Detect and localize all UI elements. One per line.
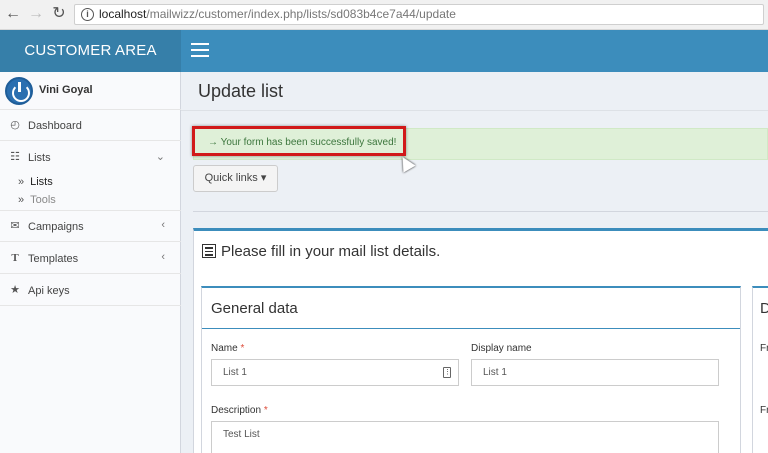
sidebar: Vini Goyal ◴ Dashboard ☷ Lists ⌄ » Lists …	[0, 72, 181, 453]
box-title: Please fill in your mail list details.	[202, 243, 440, 263]
sidebar-item-api-keys[interactable]: ★ Api keys	[0, 276, 181, 306]
section-divider	[193, 211, 768, 212]
list-alt-icon	[202, 244, 216, 258]
name-label: Name *	[211, 343, 244, 354]
description-field[interactable]: Test List	[211, 421, 719, 453]
hamburger-icon[interactable]	[191, 43, 209, 57]
sidebar-subitem-label: Lists	[30, 176, 53, 188]
arrow-left-icon[interactable]: ←	[4, 5, 22, 23]
secondary-panel-title: D	[760, 300, 768, 317]
info-icon[interactable]: i	[81, 8, 94, 21]
sidebar-item-label: Api keys	[28, 285, 70, 297]
secondary-field-label: Fr	[760, 343, 768, 354]
user-name: Vini Goyal	[39, 84, 93, 96]
display-name-field[interactable]: List 1	[471, 359, 719, 386]
sidebar-item-label: Templates	[28, 253, 79, 265]
url-path: /mailwizz/customer/index.php/lists/sd083…	[146, 7, 456, 21]
sidebar-item-templates[interactable]: T Templates ‹	[0, 244, 181, 274]
sidebar-item-lists[interactable]: ☷ Lists ⌄ » Lists » Tools	[0, 143, 181, 211]
chevron-left-icon: ‹	[161, 219, 165, 231]
field-info-icon[interactable]: ⋮	[443, 367, 451, 378]
general-data-panel: General data Name * List 1 ⋮ Display nam…	[201, 286, 741, 453]
star-icon: ★	[10, 284, 20, 296]
screen: ← → ↻ i localhost/mailwizz/customer/inde…	[0, 0, 768, 453]
sidebar-item-dashboard[interactable]: ◴ Dashboard	[0, 111, 181, 141]
sidebar-item-label: Dashboard	[28, 120, 82, 132]
description-label: Description *	[211, 405, 268, 416]
name-value: List 1	[223, 367, 247, 378]
required-mark: *	[263, 405, 268, 416]
list-icon: ☷	[10, 151, 20, 163]
sidebar-subitem-label: Tools	[30, 194, 56, 206]
brand-logo[interactable]: CUSTOMER AREA	[0, 30, 181, 72]
double-chevron-right-icon: »	[18, 176, 25, 188]
sidebar-item-label: Campaigns	[28, 221, 84, 233]
secondary-field-label: Fr	[760, 405, 768, 416]
name-field[interactable]: List 1 ⋮	[211, 359, 459, 386]
sidebar-item-label: Lists	[28, 152, 51, 164]
address-bar[interactable]: i localhost/mailwizz/customer/index.php/…	[74, 4, 764, 25]
sidebar-subitem-lists[interactable]: » Lists	[18, 176, 53, 188]
description-label-text: Description	[211, 405, 262, 416]
name-label-text: Name	[211, 343, 238, 354]
chevron-down-icon: ⌄	[155, 151, 165, 163]
url-host: localhost	[99, 7, 147, 21]
sidebar-subitem-tools[interactable]: » Tools	[18, 194, 56, 206]
arrow-right-icon[interactable]: →	[27, 5, 45, 23]
double-chevron-right-icon: »	[18, 194, 25, 206]
sidebar-item-campaigns[interactable]: ✉ Campaigns ‹	[0, 212, 181, 242]
panel-divider	[202, 328, 740, 329]
text-icon: T	[11, 252, 19, 264]
reload-icon[interactable]: ↻	[50, 5, 68, 23]
envelope-icon: ✉	[10, 220, 20, 232]
page-title: Update list	[198, 81, 284, 101]
secondary-panel: D Fr Fr	[752, 286, 768, 453]
display-name-label: Display name	[471, 343, 532, 354]
top-navbar	[181, 30, 768, 72]
quick-links-button[interactable]: Quick links ▾	[193, 165, 278, 192]
list-details-box: Please fill in your mail list details. G…	[193, 228, 768, 453]
user-panel: Vini Goyal	[0, 72, 181, 110]
display-name-value: List 1	[483, 367, 507, 378]
title-divider	[181, 110, 768, 111]
required-mark: *	[240, 343, 245, 354]
highlight-annotation	[192, 126, 406, 156]
browser-toolbar: ← → ↻ i localhost/mailwizz/customer/inde…	[0, 0, 768, 30]
dashboard-icon: ◴	[10, 119, 20, 131]
chevron-left-icon: ‹	[161, 251, 165, 263]
general-data-title: General data	[211, 300, 298, 317]
power-icon	[5, 77, 33, 105]
box-title-text: Please fill in your mail list details.	[221, 243, 441, 260]
url-text: localhost/mailwizz/customer/index.php/li…	[99, 7, 456, 22]
description-value: Test List	[223, 429, 260, 440]
